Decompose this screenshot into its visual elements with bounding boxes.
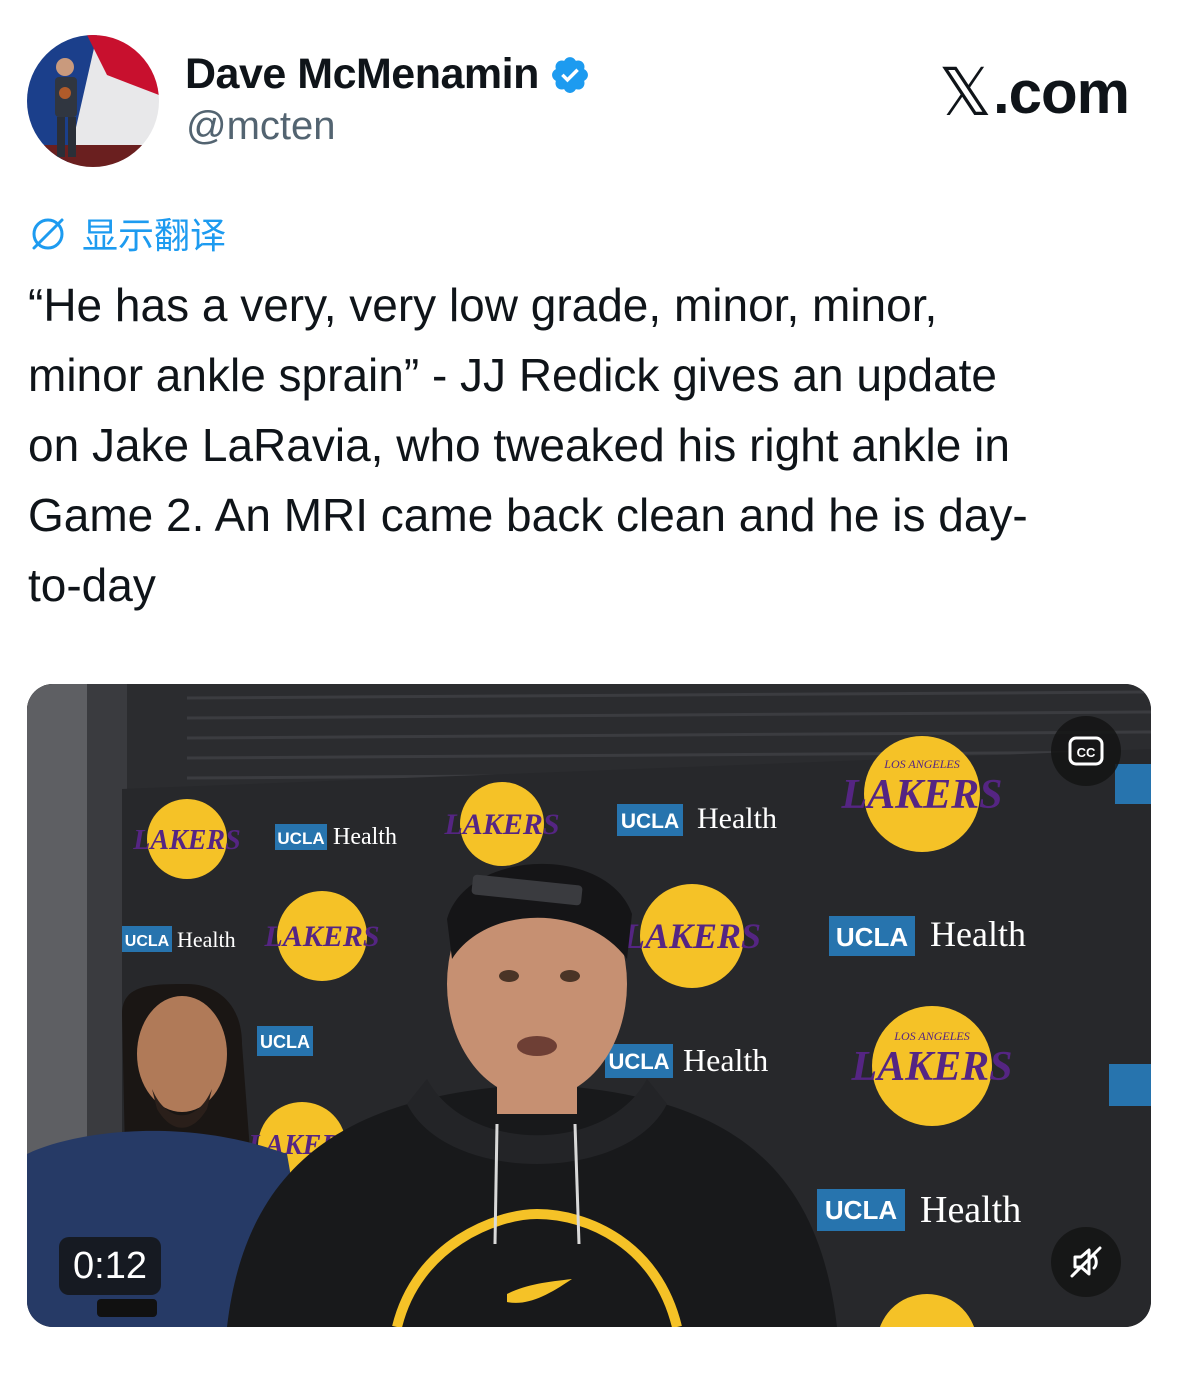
muted-speaker-icon [1070, 1246, 1102, 1278]
svg-text:LAKERS: LAKERS [263, 920, 379, 953]
author-avatar[interactable] [27, 35, 159, 167]
ucla-health-logo-3: UCLA Health [122, 926, 236, 952]
author-name-row[interactable]: Dave McMenamin [185, 50, 591, 99]
ucla-health-logo-2: UCLA Health [617, 802, 777, 836]
x-brand-logo: 𝕏 .com [938, 54, 1130, 131]
ucla-health-logo-1: UCLA Health [275, 824, 397, 850]
svg-text:UCLA: UCLA [836, 922, 908, 952]
svg-text:UCLA: UCLA [277, 829, 324, 848]
author-display-name[interactable]: Dave McMenamin [185, 50, 539, 99]
author-handle[interactable]: @mcten [186, 104, 336, 149]
verified-badge-icon [551, 56, 588, 93]
show-translation-label[interactable]: 显示翻译 [82, 207, 226, 259]
show-translation-link[interactable]: 显示翻译 [28, 207, 226, 259]
svg-text:UCLA: UCLA [260, 1032, 310, 1052]
svg-text:LAKERS: LAKERS [622, 916, 761, 956]
svg-text:LOS ANGELES: LOS ANGELES [893, 1029, 969, 1043]
svg-text:LAKERS: LAKERS [840, 772, 1002, 818]
svg-text:Health: Health [333, 824, 397, 850]
svg-text:UCLA: UCLA [825, 1195, 897, 1225]
ucla-health-logo-7: UCLA Health [817, 1189, 1021, 1231]
svg-text:UCLA: UCLA [608, 1049, 669, 1074]
svg-text:LAKERS: LAKERS [443, 808, 559, 841]
ucla-health-logo-6: UCLA Health [605, 1042, 768, 1078]
video-player[interactable]: LAKERS LAKERS LOS ANGELES LAKERS LAKERS … [27, 684, 1151, 1327]
svg-text:Health: Health [683, 1042, 768, 1078]
svg-text:LOS ANGELES: LOS ANGELES [883, 757, 959, 771]
closed-captions-icon: CC [1068, 736, 1104, 766]
ucla-health-logo-5: UCLA [257, 1026, 313, 1056]
video-frame: LAKERS LAKERS LOS ANGELES LAKERS LAKERS … [27, 684, 1151, 1327]
svg-text:LAKERS: LAKERS [850, 1044, 1012, 1090]
brand-domain: .com [992, 59, 1130, 126]
svg-text:LAKERS: LAKERS [132, 825, 240, 856]
svg-text:UCLA: UCLA [621, 810, 679, 833]
avatar-photo-icon [27, 35, 159, 167]
svg-text:Health: Health [930, 914, 1026, 954]
globe-slash-icon [32, 218, 64, 250]
svg-text:Health: Health [697, 802, 777, 835]
svg-text:Health: Health [920, 1189, 1021, 1231]
x-logo-icon: 𝕏 [938, 54, 992, 131]
svg-text:CC: CC [1077, 745, 1096, 760]
video-timestamp: 0:12 [59, 1237, 161, 1295]
unmute-button[interactable] [1051, 1227, 1121, 1297]
svg-text:UCLA: UCLA [125, 933, 170, 950]
svg-text:Health: Health [177, 927, 236, 952]
closed-captions-button[interactable]: CC [1051, 716, 1121, 786]
tweet-text: “He has a very, very low grade, minor, m… [28, 279, 1028, 611]
